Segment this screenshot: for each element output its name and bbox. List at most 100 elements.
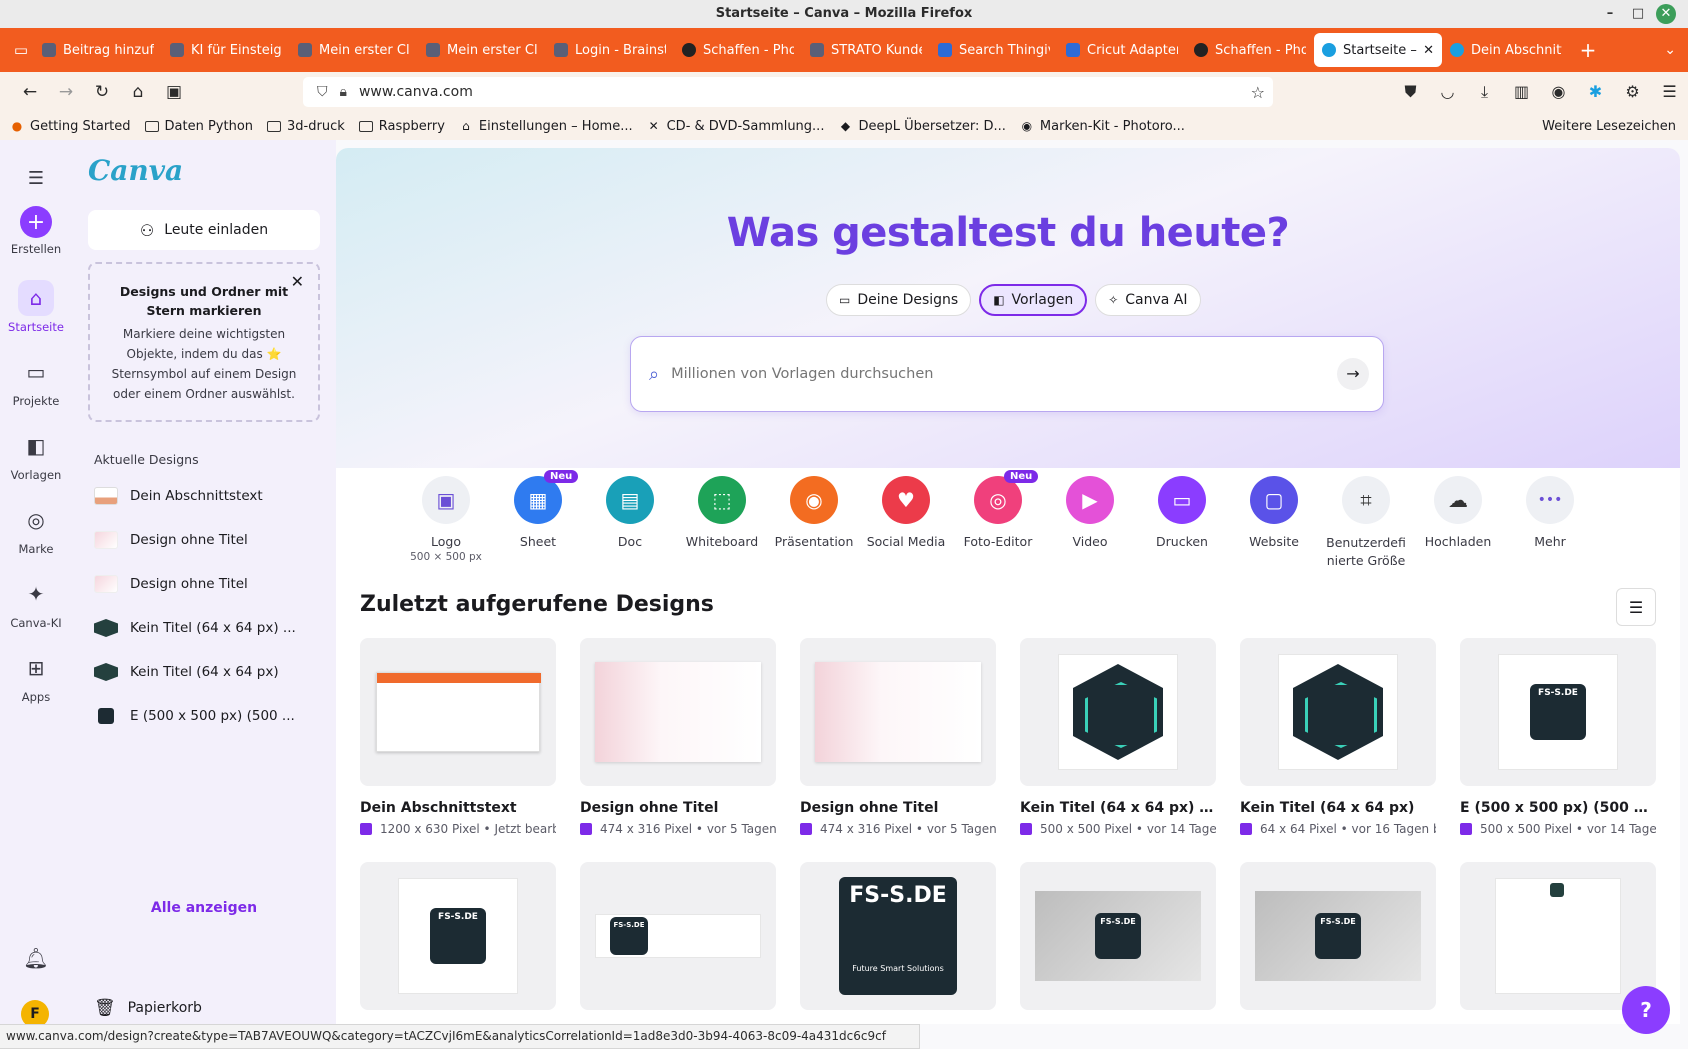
close-icon[interactable]: ✕ — [291, 272, 304, 291]
other-bookmarks[interactable]: Weitere Lesezeichen — [1536, 119, 1676, 134]
quick-create-4[interactable]: ◉ Präsentation — [768, 476, 860, 570]
close-tab-icon[interactable]: ✕ — [1423, 43, 1434, 58]
firefox-view-icon[interactable]: ▭ — [8, 41, 34, 59]
bell-icon[interactable]: 🔔︎ — [18, 940, 54, 976]
back-icon[interactable]: ← — [12, 77, 48, 107]
tab-templates[interactable]: ◧ Vorlagen — [979, 284, 1088, 316]
bookmark-label[interactable]: Einstellungen – Home... — [479, 119, 633, 134]
quick-create-12[interactable]: ••• Mehr — [1504, 476, 1596, 570]
bookmark-item[interactable]: 3d-druck — [267, 119, 345, 134]
design-card-thumbnail[interactable]: FS-S.DE — [1020, 862, 1216, 1010]
design-card[interactable]: FS-S.DEE (500 x 500 px) — [360, 862, 556, 1024]
browser-tab[interactable]: Login - Brainst — [546, 32, 674, 68]
quick-create-11[interactable]: ☁ Hochladen — [1412, 476, 1504, 570]
url-text[interactable]: www.canva.com — [359, 84, 473, 100]
design-card-thumbnail[interactable]: FS-S.DE — [580, 862, 776, 1010]
bookmark-item[interactable]: ◆ DeepL Übersetzer: D... — [838, 119, 1006, 134]
quick-create-0[interactable]: ▣ Logo 500 × 500 px — [400, 476, 492, 570]
quick-create-7[interactable]: ▶ Video — [1044, 476, 1136, 570]
bookmark-item[interactable]: Raspberry — [358, 119, 445, 134]
bookmark-star-icon[interactable]: ☆ — [1251, 83, 1265, 102]
rail-apps[interactable]: ⊞ Apps — [0, 650, 72, 704]
quick-create-8[interactable]: ▭ Drucken — [1136, 476, 1228, 570]
browser-tab[interactable]: Mein erster Cl — [418, 32, 546, 68]
trash-button[interactable]: 🗑︎ Papierkorb — [94, 998, 202, 1018]
design-card[interactable]: Kein Titel (64 x 64 px) 64 x 64 Pixel • v… — [1240, 638, 1436, 836]
tab-canva-ai[interactable]: ✧ Canva AI — [1095, 284, 1201, 316]
extension-icon[interactable]: ✱ — [1577, 77, 1614, 107]
invite-people-button[interactable]: ⚇ Leute einladen — [88, 210, 320, 250]
design-card[interactable]: Design ohne Titel 474 x 316 Pixel • vor 5… — [800, 638, 996, 836]
rail-templates[interactable]: ◧ Vorlagen — [0, 428, 72, 482]
bookmark-label[interactable]: DeepL Übersetzer: D... — [858, 119, 1005, 134]
design-card[interactable]: FS-S.DEDesign ohne Titel — [1240, 862, 1436, 1024]
browser-tab[interactable]: KI für Einsteig — [162, 32, 290, 68]
recent-design-item[interactable]: Dein Abschnittstext — [94, 474, 324, 518]
bookmark-label[interactable]: Marken-Kit - Photoro... — [1040, 119, 1185, 134]
search-submit-arrow-icon[interactable]: → — [1337, 358, 1369, 390]
rail-create[interactable]: + Erstellen — [0, 206, 72, 256]
bookmark-label[interactable]: Raspberry — [379, 119, 445, 134]
bookmark-label[interactable]: 3d-druck — [287, 119, 345, 134]
quick-create-10[interactable]: ⌗ Benutzerdefinierte Größe — [1320, 476, 1412, 570]
reader-icon[interactable]: ▥ — [1503, 77, 1540, 107]
show-all-link[interactable]: Alle anzeigen — [72, 900, 336, 916]
rail-collapse[interactable]: ☰ — [0, 160, 72, 200]
quick-create-6[interactable]: ◎ Neu Foto-Editor — [952, 470, 1044, 570]
quick-create-1[interactable]: ▦ Neu Sheet — [492, 470, 584, 570]
browser-tab[interactable]: Schaffen - Pho — [1186, 32, 1314, 68]
recent-design-item[interactable]: Kein Titel (64 x 64 px) ... — [94, 606, 324, 650]
design-card[interactable]: FS-S.DEFuture Smart SolutionsDesign ohne… — [800, 862, 996, 1024]
bookmark-label[interactable]: CD- & DVD-Sammlung... — [667, 119, 825, 134]
design-card-thumbnail[interactable] — [1020, 638, 1216, 786]
recent-design-item[interactable]: Kein Titel (64 x 64 px) — [94, 650, 324, 694]
browser-tab[interactable]: Cricut Adapter — [1058, 32, 1186, 68]
design-card-thumbnail[interactable] — [360, 638, 556, 786]
list-view-icon[interactable]: ☰ — [1616, 588, 1656, 626]
home-icon[interactable]: ⌂ — [120, 77, 156, 107]
reload-icon[interactable]: ↻ — [84, 77, 120, 107]
design-card[interactable]: Kein Titel (64 x 64 px) (50... 500 x 500 … — [1020, 638, 1216, 836]
recent-design-item[interactable]: Design ohne Titel — [94, 518, 324, 562]
download-icon[interactable]: ⤓ — [1466, 77, 1503, 107]
new-tab-button[interactable]: + — [1570, 38, 1606, 62]
menu-icon[interactable]: ☰ — [1651, 77, 1688, 107]
maximize-icon[interactable]: □ — [1628, 4, 1648, 24]
design-card-title[interactable]: Design ohne Titel — [580, 800, 776, 816]
browser-tab[interactable]: Mein erster Cl — [290, 32, 418, 68]
design-card-thumbnail[interactable]: FS-S.DE Future Smart Solutions — [800, 862, 996, 1010]
design-card[interactable]: FS-S.DE E (500 x 500 px) (500 x 5... 500 x… — [1460, 638, 1656, 836]
bookmark-item[interactable]: ◉ Marken-Kit - Photoro... — [1020, 119, 1185, 134]
rail-projects[interactable]: ▭ Projekte — [0, 354, 72, 408]
extensions-icon[interactable]: ⚙ — [1614, 77, 1651, 107]
recent-design-item[interactable]: Design ohne Titel — [94, 562, 324, 606]
design-card-thumbnail[interactable]: FS-S.DE — [1460, 638, 1656, 786]
other-bookmarks-label[interactable]: Weitere Lesezeichen — [1542, 119, 1676, 134]
pocket-icon[interactable]: ◡ — [1429, 77, 1466, 107]
quick-create-2[interactable]: ▤ Doc — [584, 476, 676, 570]
design-card[interactable]: FS-S.DEDesign ohne Titel — [1020, 862, 1216, 1024]
design-card-title[interactable]: Dein Abschnittstext — [360, 800, 556, 816]
design-card-thumbnail[interactable] — [1240, 638, 1436, 786]
minimize-icon[interactable]: – — [1600, 4, 1620, 24]
design-card[interactable]: Design ohne Titel 474 x 316 Pixel • vor 5… — [580, 638, 776, 836]
browser-tab[interactable]: Schaffen - Pho — [674, 32, 802, 68]
design-card-thumbnail[interactable] — [1460, 862, 1656, 1010]
browser-tab[interactable]: Dein Abschnitt — [1442, 32, 1570, 68]
bookmark-item[interactable]: ⌂ Einstellungen – Home... — [459, 119, 633, 134]
design-card-thumbnail[interactable] — [800, 638, 996, 786]
close-window-icon[interactable]: ✕ — [1656, 4, 1676, 24]
design-card-title[interactable]: Kein Titel (64 x 64 px) (50... — [1020, 800, 1216, 816]
design-card[interactable]: FS-S.DEE — [580, 862, 776, 1024]
search-input[interactable] — [671, 366, 1312, 382]
rail-notifications[interactable]: 🔔︎ — [0, 940, 72, 980]
browser-tab[interactable]: STRATO Kunde — [802, 32, 930, 68]
browser-tab[interactable]: Beitrag hinzuf — [34, 32, 162, 68]
tab-your-designs[interactable]: ▭ Deine Designs — [826, 284, 972, 316]
browser-tab[interactable]: Search Thingiv — [930, 32, 1058, 68]
tab-list-icon[interactable]: ⌄ — [1664, 42, 1676, 58]
bookmark-item[interactable]: ● Getting Started — [10, 119, 131, 134]
bookmark-label[interactable]: Daten Python — [165, 119, 254, 134]
browser-tab[interactable]: Startseite – ✕ — [1314, 33, 1442, 67]
bookmark-label[interactable]: Getting Started — [30, 119, 131, 134]
